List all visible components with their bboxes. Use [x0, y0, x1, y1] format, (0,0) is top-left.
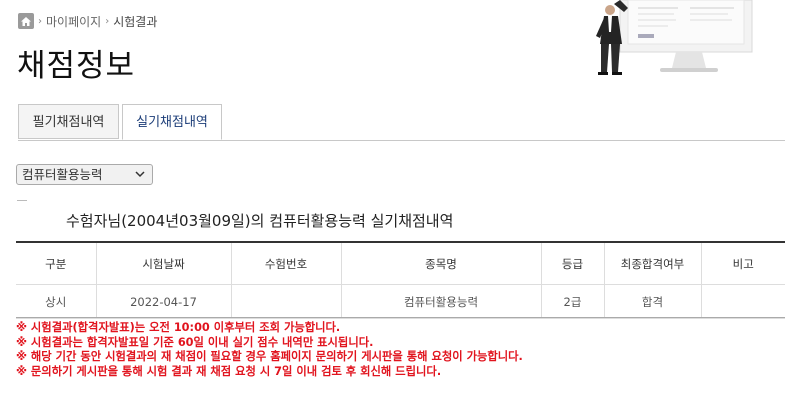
divider — [17, 200, 27, 201]
tab-bar: 필기채점내역 실기채점내역 — [18, 104, 785, 141]
column-header-subject: 종목명 — [340, 241, 541, 285]
notice-item: ※ 시험결과(합격자발표)는 오전 10:00 이후부터 조회 가능합니다. — [16, 321, 341, 334]
table-bottom-border — [16, 317, 785, 318]
result-heading: 수험자님(2004년03월09일)의 컴퓨터활용능력 실기채점내역 — [66, 212, 454, 230]
table-header-row: 구분 시험날짜 수험번호 종목명 등급 최종합격여부 비고 — [16, 241, 785, 285]
page-title: 채점정보 — [17, 48, 136, 84]
column-header-remarks: 비고 — [700, 241, 785, 285]
notice-item: ※ 해당 기간 동안 시험결과의 재 채점이 필요할 경우 홈페이지 문의하기 … — [16, 350, 523, 363]
category-select[interactable]: 컴퓨터활용능력 — [16, 164, 153, 185]
notice-item: ※ 문의하기 게시판을 통해 시험 결과 재 채점 요청 시 7일 이내 검토 … — [16, 364, 442, 378]
breadcrumb-item-exam-results[interactable]: 시험결과 — [113, 13, 157, 30]
cell-exam-date: 2022-04-17 — [95, 284, 231, 319]
column-header-final-pass: 최종합격여부 — [603, 241, 701, 285]
cell-final-pass: 합격 — [603, 284, 701, 319]
tab-written-scoring[interactable]: 필기채점내역 — [18, 104, 119, 139]
cell-grade: 2급 — [540, 284, 604, 319]
results-table: 구분 시험날짜 수험번호 종목명 등급 최종합격여부 비고 상시 2022-04… — [16, 241, 785, 319]
breadcrumb: › 마이페이지 › 시험결과 — [18, 11, 157, 31]
table-row: 상시 2022-04-17 컴퓨터활용능력 2급 합격 — [16, 284, 785, 319]
breadcrumb-separator-icon: › — [105, 15, 110, 27]
chevron-down-icon — [135, 171, 145, 178]
tab-practical-scoring[interactable]: 실기채점내역 — [122, 104, 222, 140]
cell-exam-number — [230, 284, 341, 319]
home-icon[interactable] — [18, 13, 34, 29]
presenter-illustration — [596, 0, 753, 75]
notice-item: ※ 시험결과는 합격자발표일 기준 60일 이내 실기 점수 내역만 표시됩니다… — [16, 335, 374, 349]
cell-subject: 컴퓨터활용능력 — [340, 284, 541, 319]
cell-remarks — [700, 284, 785, 319]
column-header-exam-date: 시험날짜 — [95, 241, 231, 285]
column-header-type: 구분 — [16, 241, 96, 285]
breadcrumb-separator-icon: › — [38, 15, 42, 27]
breadcrumb-item-mypage[interactable]: 마이페이지 — [46, 13, 101, 30]
cell-type: 상시 — [16, 284, 96, 319]
column-header-grade: 등급 — [540, 241, 604, 285]
category-select-value: 컴퓨터활용능력 — [22, 167, 103, 182]
notice-list: ※ 시험결과(합격자발표)는 오전 10:00 이후부터 조회 가능합니다. ※… — [16, 321, 523, 379]
column-header-exam-number: 수험번호 — [230, 241, 341, 285]
